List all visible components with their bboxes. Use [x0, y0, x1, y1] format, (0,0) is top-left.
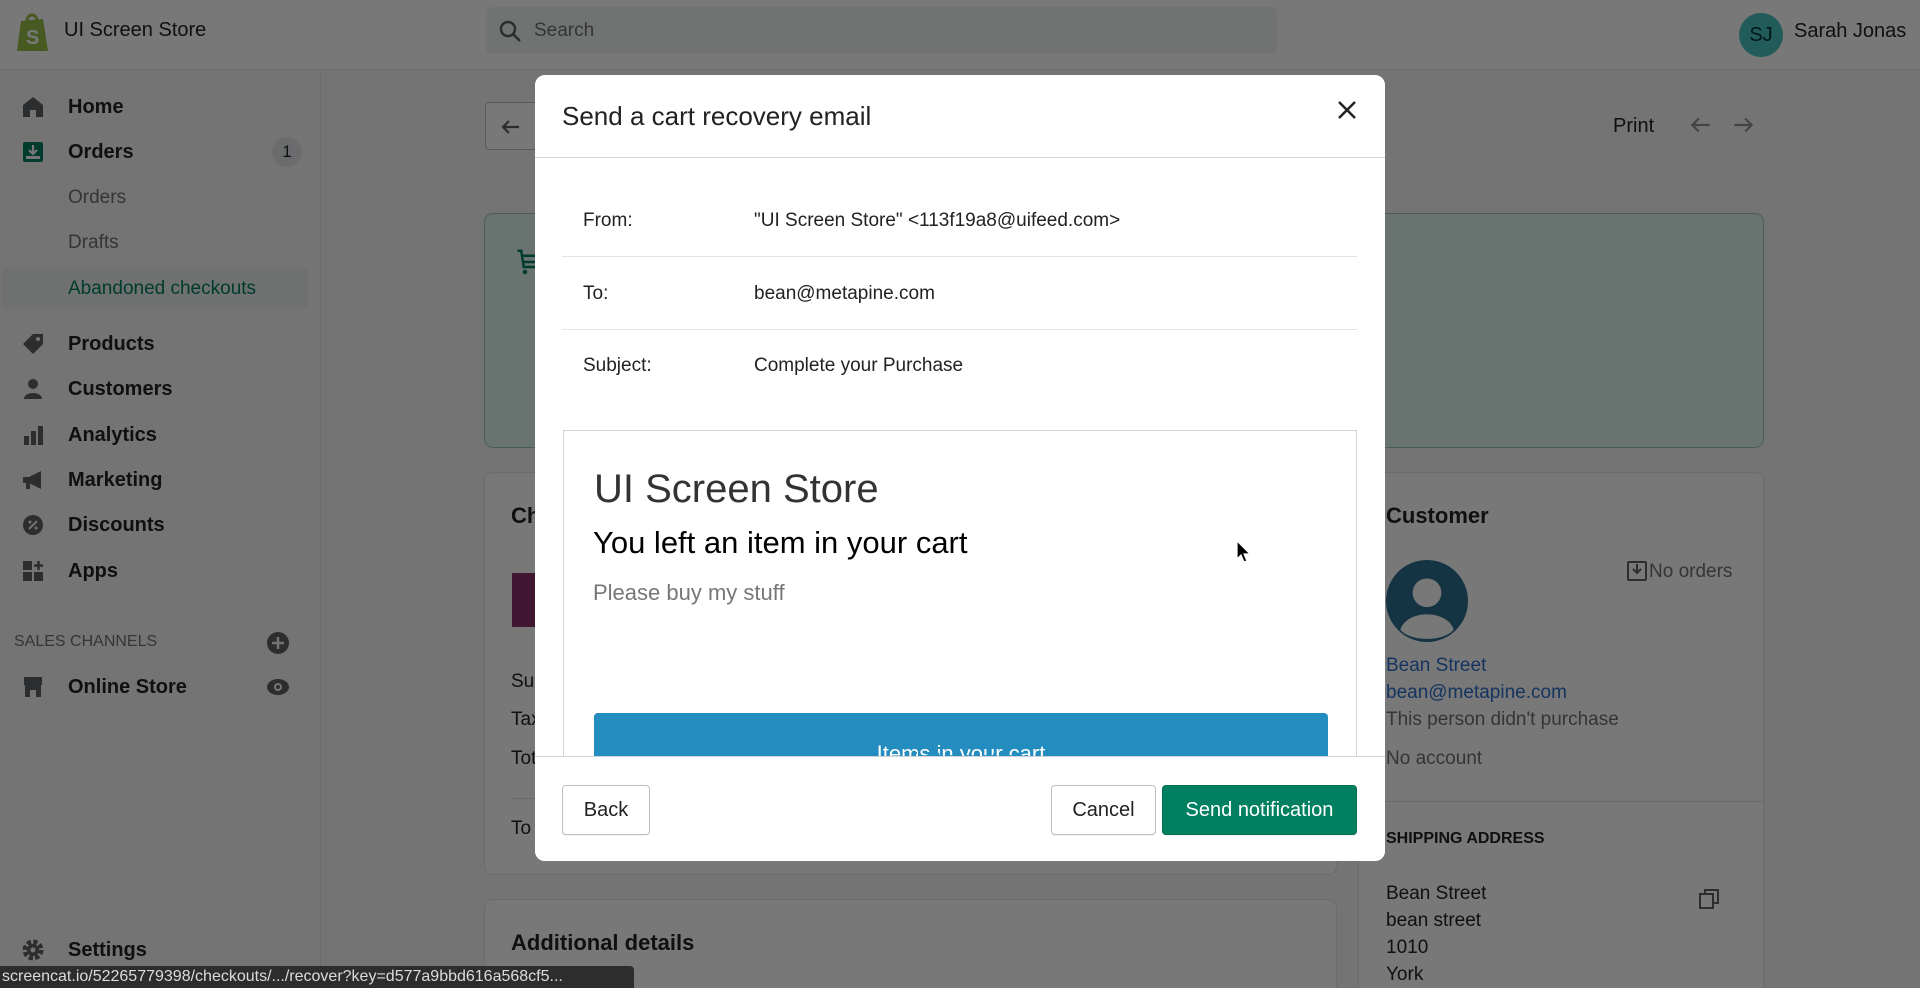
sidebar-item-discounts[interactable]: Discounts	[0, 505, 310, 545]
sidebar-item-online-store[interactable]: Online Store	[0, 667, 310, 707]
home-icon	[23, 97, 43, 117]
shipping-line: York	[1386, 964, 1424, 985]
header-divider	[535, 157, 1385, 158]
send-notification-button[interactable]: Send notification	[1162, 785, 1357, 835]
gear-icon	[22, 939, 44, 961]
shipping-line: Bean Street	[1386, 883, 1487, 904]
close-icon[interactable]	[1335, 98, 1359, 122]
preview-store-name: UI Screen Store	[594, 467, 879, 511]
svg-text:S: S	[26, 27, 39, 49]
shopify-logo-icon: S	[17, 13, 48, 51]
search-icon	[499, 20, 521, 42]
preview-message: Please buy my stuff	[593, 580, 785, 605]
user-name[interactable]: Sarah Jonas	[1794, 20, 1906, 43]
shipping-address-title: SHIPPING ADDRESS	[1386, 830, 1545, 847]
customer-name-link[interactable]: Bean Street	[1386, 655, 1486, 677]
subject-label: Subject:	[583, 355, 652, 376]
email-preview: UI Screen Store You left an item in your…	[563, 430, 1357, 760]
sidebar-item-label: Apps	[68, 559, 118, 582]
store-name[interactable]: UI Screen Store	[64, 19, 206, 42]
mouse-cursor-icon	[1236, 540, 1252, 563]
sidebar-subitem-drafts[interactable]: Drafts	[68, 232, 119, 254]
next-arrow-icon[interactable]	[1730, 112, 1756, 138]
shipping-line: 1010	[1386, 937, 1429, 958]
to-value: bean@metapine.com	[754, 283, 935, 304]
sidebar-subitem-abandoned-checkouts[interactable]: Abandoned checkouts	[68, 278, 256, 300]
sidebar-item-label: Settings	[68, 938, 147, 961]
copy-icon[interactable]	[1697, 887, 1721, 911]
cancel-button[interactable]: Cancel	[1051, 785, 1156, 835]
sidebar-item-label: Marketing	[68, 468, 163, 491]
shipping-line: bean street	[1386, 910, 1482, 931]
customer-email-link[interactable]: bean@metapine.com	[1386, 682, 1567, 704]
sidebar-item-label: Home	[68, 95, 124, 118]
sidebar-item-analytics[interactable]: Analytics	[0, 415, 310, 455]
from-value: "UI Screen Store" <113f19a8@uifeed.com>	[754, 210, 1121, 231]
cart-recovery-email-modal: Send a cart recovery email From: "UI Scr…	[535, 75, 1385, 861]
sidebar-item-label: Online Store	[68, 675, 187, 698]
megaphone-icon	[23, 471, 41, 489]
customer-card: Customer No orders Bean Street bean@meta…	[1359, 473, 1763, 988]
store-icon	[24, 677, 42, 697]
back-button[interactable]: Back	[562, 785, 650, 835]
sales-channels-heading: SALES CHANNELS	[14, 633, 158, 650]
top-bar: S UI Screen Store Search SJ Sarah Jonas	[0, 0, 1920, 70]
sidebar-subitem-orders[interactable]: Orders	[68, 187, 126, 209]
customer-avatar-icon	[1386, 560, 1468, 642]
tag-icon	[23, 334, 43, 354]
from-label: From:	[583, 210, 633, 231]
print-button[interactable]: Print	[1613, 115, 1654, 138]
sidebar-item-label: Discounts	[68, 513, 165, 536]
sidebar-item-settings[interactable]: Settings	[0, 930, 310, 970]
subtotal-label: Su	[511, 671, 535, 692]
orders-icon	[23, 142, 43, 162]
sidebar-item-label: Analytics	[68, 423, 157, 446]
sidebar-item-orders[interactable]: Orders 1	[0, 132, 310, 172]
sidebar-item-apps[interactable]: Apps	[0, 551, 310, 591]
sidebar-item-customers[interactable]: Customers	[0, 369, 310, 409]
no-orders-label: No orders	[1649, 561, 1733, 582]
sidebar-item-label: Orders	[68, 140, 134, 163]
apps-icon	[23, 561, 43, 581]
search-input[interactable]: Search	[486, 7, 1277, 54]
search-placeholder: Search	[534, 20, 595, 41]
sidebar-item-label: Products	[68, 332, 155, 355]
additional-details-title: Additional details	[511, 930, 695, 955]
customer-account: No account	[1386, 748, 1483, 769]
modal-footer: Back Cancel Send notification	[535, 756, 1385, 861]
sidebar-item-marketing[interactable]: Marketing	[0, 460, 310, 500]
orders-icon	[1627, 561, 1647, 581]
modal-title: Send a cart recovery email	[562, 101, 872, 131]
sidebar-item-label: Customers	[68, 377, 173, 400]
bar-chart-icon	[24, 426, 43, 445]
back-button[interactable]	[485, 102, 537, 150]
eye-icon[interactable]	[266, 675, 290, 699]
to-label: To:	[583, 283, 609, 304]
to-label: To	[511, 818, 532, 839]
person-icon	[24, 379, 42, 399]
subject-value: Complete your Purchase	[754, 355, 964, 376]
preview-headline: You left an item in your cart	[593, 525, 968, 560]
avatar[interactable]: SJ	[1739, 13, 1783, 57]
total-label: Tot	[511, 748, 537, 769]
divider	[562, 329, 1357, 330]
customer-title: Customer	[1386, 503, 1489, 528]
add-channel-icon[interactable]	[266, 631, 290, 655]
sidebar-item-products[interactable]: Products	[0, 324, 310, 364]
divider	[1359, 801, 1763, 802]
sidebar-item-home[interactable]: Home	[0, 87, 310, 127]
customer-status: This person didn't purchase	[1386, 709, 1619, 730]
link-status-bar: screencat.io/52265779398/checkouts/.../r…	[0, 966, 634, 988]
divider	[562, 256, 1357, 257]
orders-count-badge: 1	[272, 137, 302, 167]
arrow-left-icon	[501, 120, 519, 134]
previous-arrow-icon[interactable]	[1688, 112, 1714, 138]
discount-icon	[23, 515, 43, 535]
